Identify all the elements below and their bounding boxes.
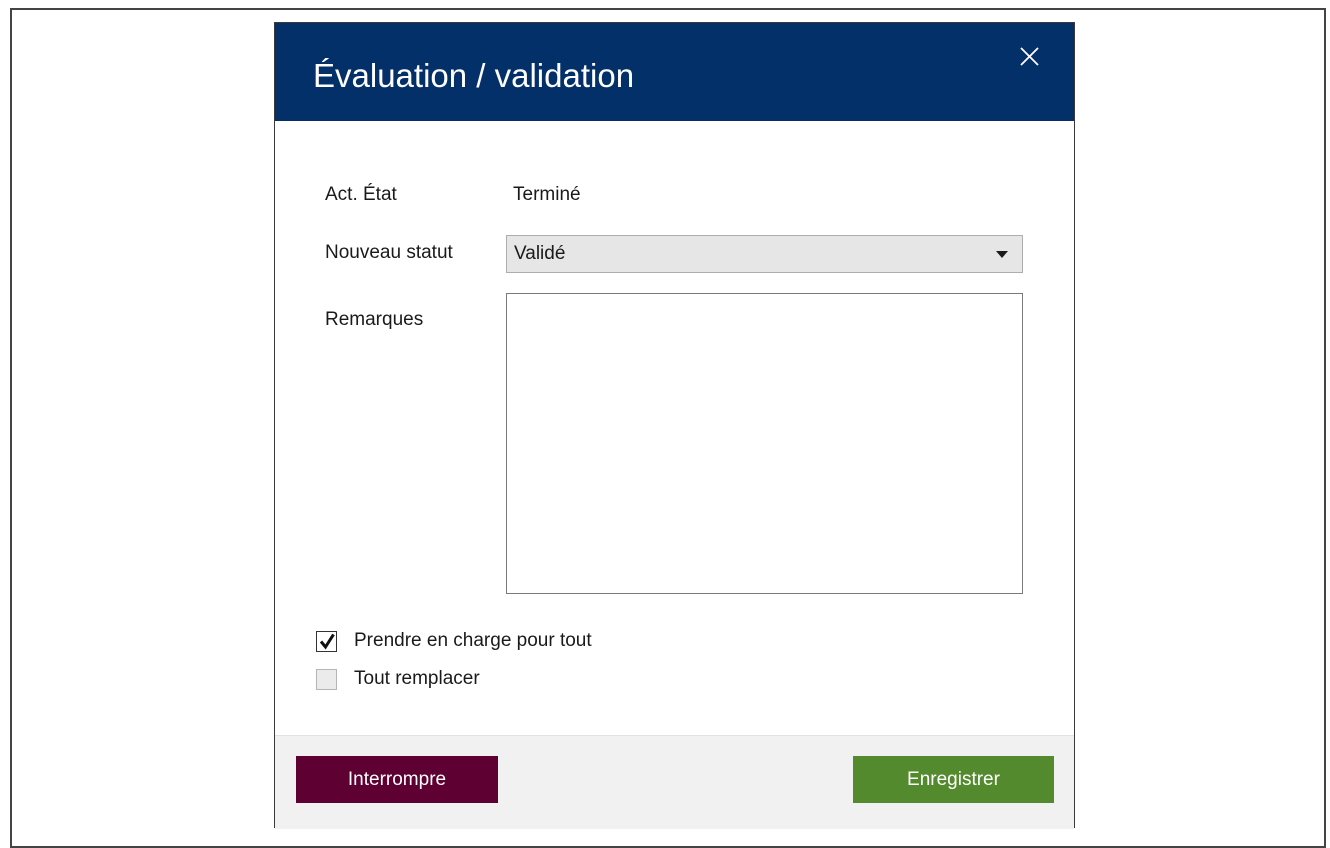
chevron-down-icon	[996, 251, 1008, 258]
current-state-value: Terminé	[513, 184, 581, 205]
replace-all-checkbox[interactable]	[316, 669, 337, 690]
current-state-label: Act. État	[325, 184, 397, 205]
dialog-title: Évaluation / validation	[313, 57, 635, 94]
save-button[interactable]: Enregistrer	[853, 756, 1054, 803]
take-charge-all-label: Prendre en charge pour tout	[354, 630, 592, 651]
evaluation-dialog: Évaluation / validation Act. État Termin…	[274, 22, 1075, 829]
close-button[interactable]	[1012, 39, 1048, 75]
dialog-titlebar: Évaluation / validation	[275, 23, 1074, 121]
close-icon	[1020, 47, 1039, 66]
new-status-select[interactable]: Validé	[506, 235, 1023, 273]
new-status-selected-value: Validé	[514, 243, 566, 264]
new-status-label: Nouveau statut	[325, 242, 453, 263]
replace-all-label: Tout remplacer	[354, 668, 480, 689]
take-charge-all-checkbox[interactable]	[316, 631, 337, 652]
cancel-button[interactable]: Interrompre	[296, 756, 498, 803]
checkmark-icon	[319, 633, 335, 650]
dialog-footer: Interrompre Enregistrer	[275, 735, 1074, 829]
remarks-textarea[interactable]	[506, 293, 1023, 594]
remarks-label: Remarques	[325, 309, 424, 330]
